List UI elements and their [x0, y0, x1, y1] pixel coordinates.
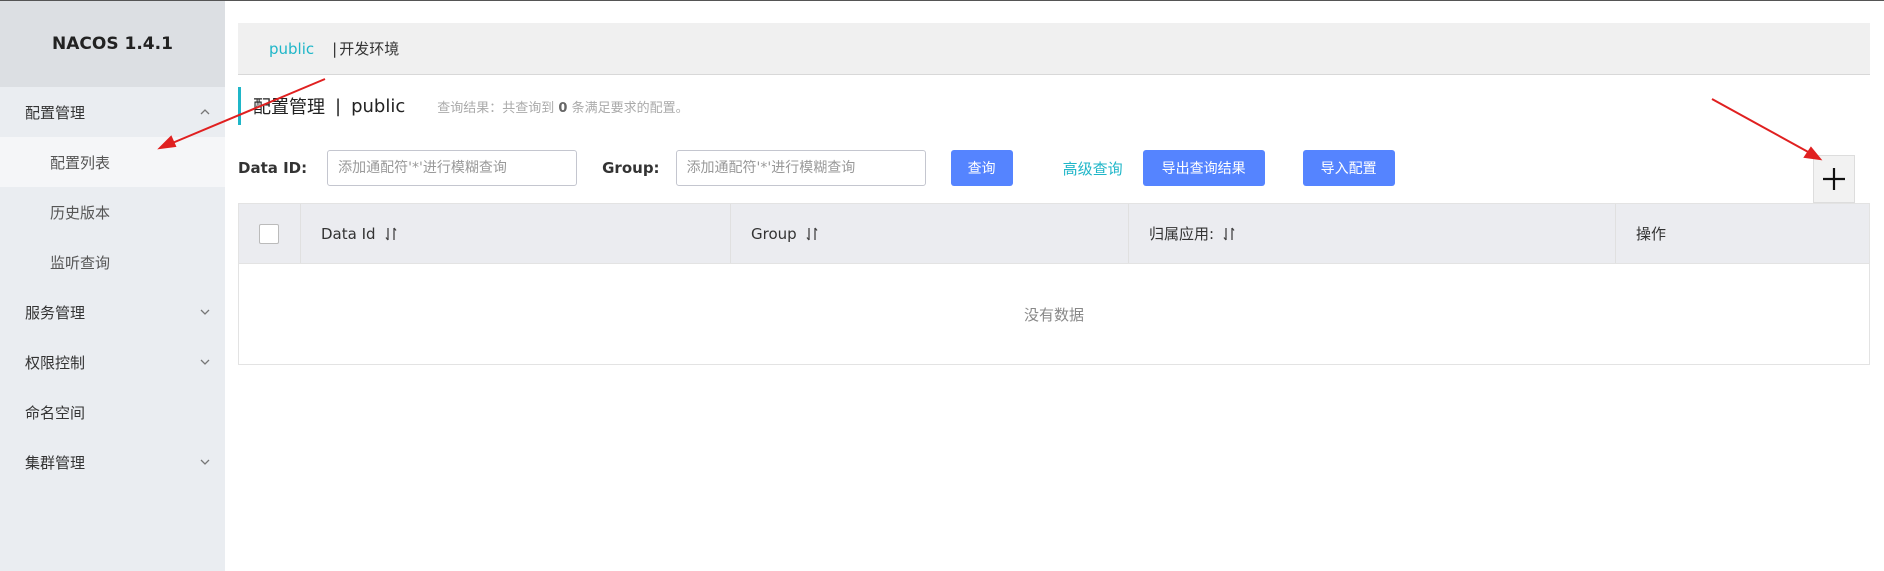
sidebar: NACOS 1.4.1 配置管理 配置列表 历史版本 监听查询 服务管理 权限控… [0, 1, 225, 571]
plus-icon [1823, 168, 1845, 190]
query-summary: 查询结果：共查询到 0 条满足要求的配置。 [437, 97, 688, 116]
sidebar-item-label: 命名空间 [25, 403, 86, 422]
column-label: Data Id [321, 224, 376, 243]
chevron-down-icon [197, 454, 213, 470]
column-data-id[interactable]: Data Id [301, 204, 731, 263]
title-separator: | [335, 95, 342, 117]
title-namespace: public [351, 95, 406, 117]
summary-prefix: 查询结果：共查询到 [437, 100, 555, 116]
page-title-row: 配置管理 | public 查询结果：共查询到 0 条满足要求的配置。 [238, 87, 689, 125]
column-label: 操作 [1636, 225, 1667, 243]
advanced-query-link[interactable]: 高级查询 [1063, 158, 1123, 179]
select-all-checkbox[interactable] [259, 223, 279, 244]
sidebar-item-label: 权限控制 [25, 353, 86, 372]
summary-suffix: 条满足要求的配置。 [571, 100, 689, 116]
select-all-cell [239, 204, 301, 263]
namespace-dev-link[interactable]: 开发环境 [339, 38, 399, 59]
sidebar-item-label: 监听查询 [50, 253, 111, 272]
sidebar-item-config-management[interactable]: 配置管理 [0, 87, 225, 137]
column-label: Group [751, 224, 797, 243]
sidebar-item-label: 配置列表 [50, 153, 111, 172]
data-id-input[interactable] [327, 150, 578, 186]
sidebar-item-listener-query[interactable]: 监听查询 [0, 237, 225, 287]
column-app[interactable]: 归属应用: [1129, 204, 1616, 263]
column-group[interactable]: Group [731, 204, 1129, 263]
sidebar-item-access-control[interactable]: 权限控制 [0, 337, 225, 387]
column-actions: 操作 [1616, 204, 1869, 263]
table-header: Data Id Group 归属应用: 操作 [239, 204, 1869, 264]
sidebar-menu: 配置管理 配置列表 历史版本 监听查询 服务管理 权限控制 命名空间 集群管理 [0, 87, 225, 487]
sidebar-item-label: 配置管理 [25, 103, 86, 122]
sidebar-item-service-management[interactable]: 服务管理 [0, 287, 225, 337]
chevron-down-icon [197, 304, 213, 320]
chevron-up-icon [197, 104, 213, 120]
namespace-public-link[interactable]: public [269, 40, 314, 58]
sidebar-item-label: 历史版本 [50, 203, 111, 222]
sidebar-item-label: 服务管理 [25, 303, 86, 322]
sidebar-item-label: 集群管理 [25, 453, 86, 472]
group-label: Group: [602, 159, 660, 177]
sidebar-item-history-version[interactable]: 历史版本 [0, 187, 225, 237]
app-logo: NACOS 1.4.1 [0, 1, 225, 87]
config-table: Data Id Group 归属应用: 操作 没有数据 [238, 203, 1870, 365]
sort-icon[interactable] [1222, 226, 1236, 242]
chevron-down-icon [197, 354, 213, 370]
sort-icon[interactable] [384, 226, 398, 242]
sidebar-item-config-list[interactable]: 配置列表 [0, 137, 225, 187]
add-config-button[interactable] [1813, 155, 1855, 203]
sort-icon[interactable] [805, 226, 819, 242]
sidebar-item-namespace[interactable]: 命名空间 [0, 387, 225, 437]
data-id-label: Data ID: [238, 159, 308, 177]
column-label: 归属应用: [1149, 225, 1215, 243]
namespace-separator: | [332, 39, 338, 58]
query-button[interactable]: 查询 [950, 150, 1013, 186]
page-title: 配置管理 [253, 97, 325, 118]
main-content: public | 开发环境 配置管理 | public 查询结果：共查询到 0 … [225, 1, 1884, 571]
sidebar-item-cluster-management[interactable]: 集群管理 [0, 437, 225, 487]
namespace-bar: public | 开发环境 [238, 23, 1870, 75]
search-form: Data ID: Group: 查询 高级查询 导出查询结果 导入配置 [238, 150, 1878, 186]
import-config-button[interactable]: 导入配置 [1302, 150, 1395, 186]
export-results-button[interactable]: 导出查询结果 [1142, 150, 1265, 186]
title-accent-bar [238, 87, 241, 125]
empty-state: 没有数据 [1023, 305, 1084, 324]
group-input[interactable] [675, 150, 926, 186]
summary-count: 0 [558, 100, 568, 116]
